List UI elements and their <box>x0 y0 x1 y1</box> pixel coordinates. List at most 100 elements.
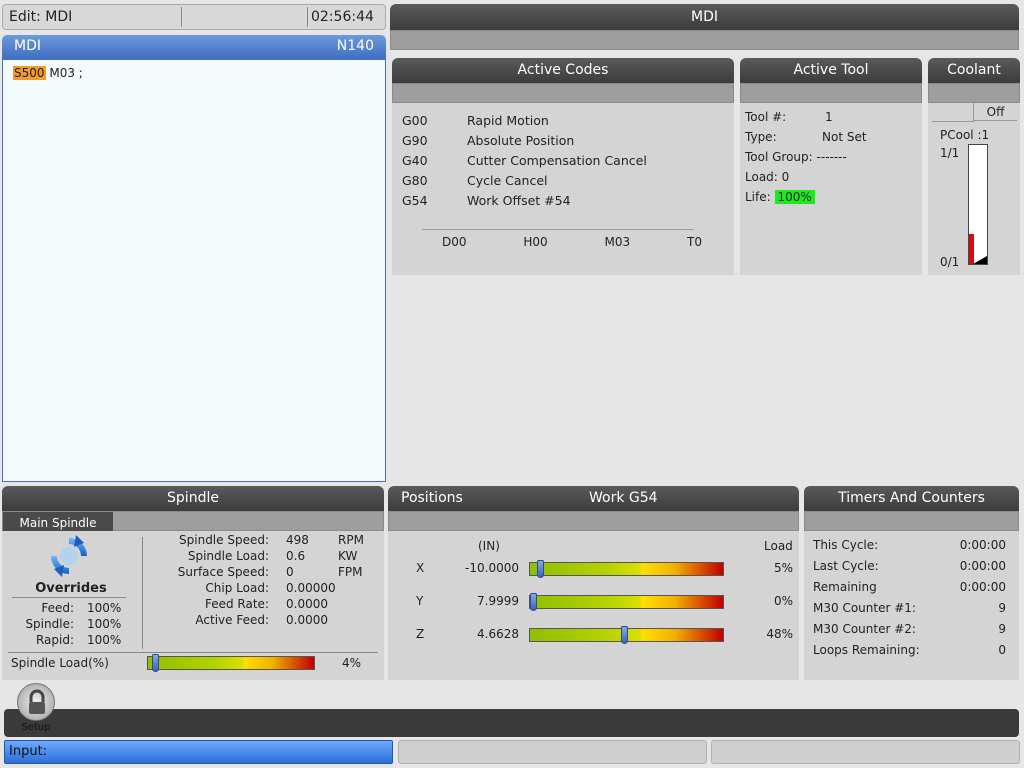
spindle-override: 100% <box>87 617 122 631</box>
stat-label: Active Feed: <box>195 613 269 627</box>
tool-life-value: 100% <box>774 190 815 204</box>
tool-life-label: Life: <box>745 190 771 204</box>
stat-label: Spindle Speed: <box>179 533 269 547</box>
spindle-stat-row: Spindle Load: 0.6 KW <box>146 549 378 565</box>
tool-load: Load: 0 <box>745 170 790 184</box>
code-line[interactable]: S500 M03 ; <box>13 66 83 80</box>
spindle-load-marker <box>151 654 159 672</box>
timer-row: M30 Counter #2: 9 <box>813 619 1006 639</box>
work-offset: Work G54 <box>589 490 658 506</box>
stat-unit: RPM <box>338 533 364 547</box>
coolant-state-box: Off <box>973 103 1017 121</box>
input-field[interactable]: Input: <box>4 740 393 764</box>
divider <box>307 7 308 27</box>
timer-row: Loops Remaining: 0 <box>813 640 1006 660</box>
spindle-header: Spindle <box>2 486 384 511</box>
stat-value: 0.0000 <box>286 597 328 611</box>
timer-label: M30 Counter #2: <box>813 622 916 636</box>
positions-title: Positions <box>401 490 463 506</box>
stat-unit: FPM <box>338 565 363 579</box>
active-tool-panel: Tool #: 1 Type: Not Set Tool Group: ----… <box>740 103 922 275</box>
active-code-row: G90 Absolute Position <box>402 133 722 153</box>
code-desc: Work Offset #54 <box>467 193 571 208</box>
mode-label: Edit: MDI <box>9 9 73 25</box>
spindle-load-pct: 4% <box>342 656 362 670</box>
timer-value: 0:00:00 <box>959 580 1006 594</box>
extra-code: T0 <box>687 235 702 249</box>
spindle-stat-row: Active Feed: 0.0000 <box>146 613 378 629</box>
divider <box>932 121 974 122</box>
tab-main-spindle[interactable]: Main Spindle <box>3 512 113 531</box>
feed-override-label: Feed: <box>41 601 74 615</box>
timer-label: M30 Counter #1: <box>813 601 916 615</box>
timer-value: 0 <box>998 643 1006 657</box>
spindle-panel: Overrides Feed: 100% Spindle: 100% Rapid… <box>2 531 384 680</box>
coolant-subbar <box>928 83 1020 103</box>
positions-subbar <box>388 511 799 531</box>
lock-icon <box>17 683 55 721</box>
stat-label: Feed Rate: <box>204 597 269 611</box>
code-desc: Absolute Position <box>467 133 575 148</box>
status-field <box>711 740 1020 764</box>
pcool-label: PCool <box>940 128 974 142</box>
spindle-stat-row: Spindle Speed: 498 RPM <box>146 533 378 549</box>
tool-group: ------- <box>816 150 847 164</box>
setup-button[interactable]: Setup <box>14 683 58 735</box>
axis-label: Y <box>416 594 424 608</box>
divider <box>422 229 693 230</box>
active-code-row: G80 Cycle Cancel <box>402 173 722 193</box>
spindle-stat-row: Chip Load: 0.00000 <box>146 581 378 597</box>
feed-override: 100% <box>87 601 122 615</box>
timer-row: M30 Counter #1: 9 <box>813 598 1006 618</box>
timer-label: Remaining <box>813 580 877 594</box>
timers-header: Timers And Counters <box>804 486 1019 511</box>
timer-value: 9 <box>998 601 1006 615</box>
positions-unit: (IN) <box>478 539 500 553</box>
code-value: G40 <box>402 153 428 168</box>
input-label: Input: <box>9 744 48 759</box>
stat-label: Surface Speed: <box>177 565 269 579</box>
rapid-override-label: Rapid: <box>35 633 74 647</box>
timer-value: 0:00:00 <box>959 538 1006 552</box>
pcool-value: :1 <box>977 128 990 142</box>
spindle-stat-row: Surface Speed: 0 FPM <box>146 565 378 581</box>
divider <box>8 652 378 653</box>
tool-num-label: Tool #: <box>745 110 787 124</box>
code-value: G90 <box>402 133 428 148</box>
status-bar: Edit: MDI 02:56:44 <box>2 4 386 30</box>
timer-value: 9 <box>998 622 1006 636</box>
program-editor[interactable]: S500 M03 ; <box>2 59 386 482</box>
stat-value: 498 <box>286 533 309 547</box>
code-highlight: S500 <box>13 66 46 80</box>
coolant-gauge <box>968 144 988 265</box>
axis-value: 7.9999 <box>477 594 519 608</box>
mdi-header: MDI <box>390 4 1019 30</box>
active-code-row: G40 Cutter Compensation Cancel <box>402 153 722 173</box>
setup-label: Setup <box>21 722 51 733</box>
axis-load-bar <box>529 626 724 644</box>
timers-panel: This Cycle: 0:00:00 Last Cycle: 0:00:00 Rema… <box>804 531 1019 680</box>
code-desc: Rapid Motion <box>467 113 549 128</box>
tool-num: 1 <box>825 110 833 124</box>
extra-code: D00 <box>442 235 467 249</box>
code-desc: Cutter Compensation Cancel <box>467 153 647 168</box>
program-header: MDI N140 <box>2 35 386 59</box>
coolant-bottom-label: 0/1 <box>940 255 960 269</box>
divider <box>142 537 143 649</box>
stat-value: 0 <box>286 565 294 579</box>
active-codes-subbar <box>392 83 734 103</box>
clock: 02:56:44 <box>311 9 374 25</box>
coolant-state: Off <box>986 105 1005 119</box>
mdi-subbar <box>390 30 1019 50</box>
active-codes-panel: G00 Rapid Motion G90 Absolute Position G40 Cu… <box>392 103 734 275</box>
timer-label: Loops Remaining: <box>813 643 920 657</box>
timer-label: Last Cycle: <box>813 559 879 573</box>
active-code-row: G54 Work Offset #54 <box>402 193 722 213</box>
spindle-stat-row: Feed Rate: 0.0000 <box>146 597 378 613</box>
axis-value: 4.6628 <box>477 627 519 641</box>
tool-type-label: Type: <box>745 130 777 144</box>
positions-header: Positions Work G54 <box>388 486 799 511</box>
axis-label: X <box>416 561 425 575</box>
bottom-toolbar <box>4 709 1019 737</box>
overrides-icon[interactable] <box>46 533 92 579</box>
